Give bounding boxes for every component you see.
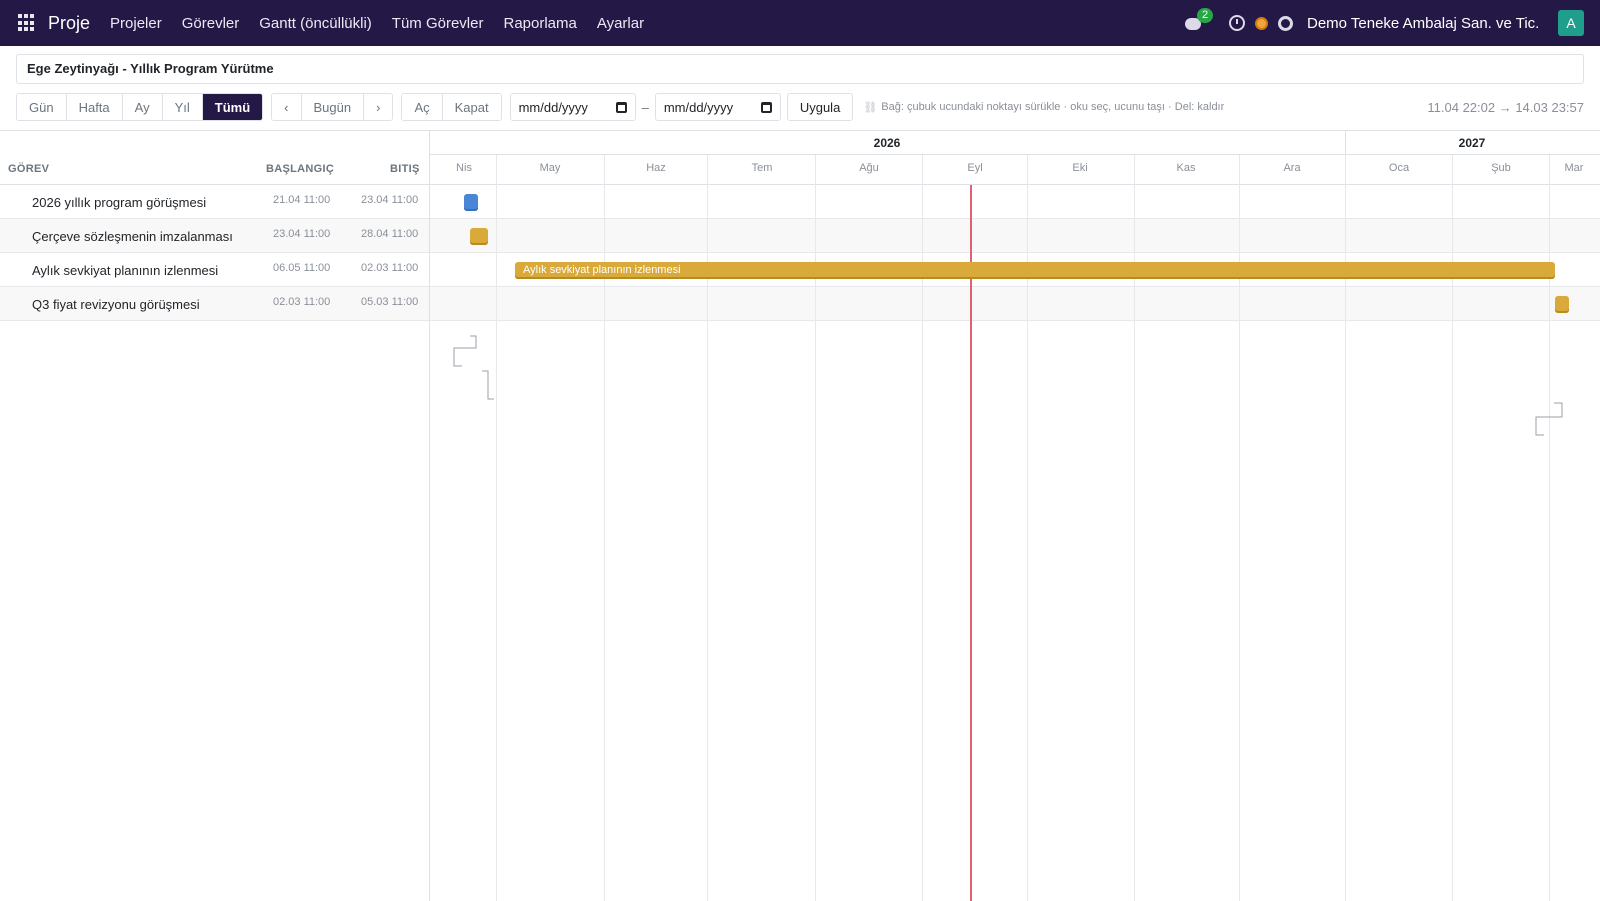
task-row[interactable]: Aylık sevkiyat planının izlenmesi 06.05 … (0, 253, 429, 287)
task-bar[interactable] (470, 228, 488, 245)
task-end: 28.04 11:00 (361, 228, 419, 240)
column-end: BITIŞ (390, 163, 420, 175)
menu-reporting[interactable]: Raporlama (503, 15, 576, 32)
task-start: 23.04 11:00 (273, 228, 331, 240)
main-menu: Projeler Görevler Gantt (öncüllükli) Tüm… (110, 15, 664, 32)
company-switcher[interactable]: Demo Teneke Ambalaj San. ve Tic. ... (1307, 15, 1540, 32)
menu-all-tasks[interactable]: Tüm Görevler (392, 15, 484, 32)
calendar-icon[interactable] (615, 101, 627, 113)
scale-week-button[interactable]: Hafta (66, 94, 123, 120)
collapse-button[interactable]: Kapat (442, 94, 501, 120)
date-to-text: mm/dd/yyyy (663, 99, 734, 115)
task-end: 05.03 11:00 (361, 296, 419, 308)
task-name: 2026 yıllık program görüşmesi (32, 195, 207, 210)
today-button[interactable]: Bugün (301, 94, 365, 120)
date-from-input[interactable]: mm/dd/yyyy (509, 93, 636, 121)
task-name: Aylık sevkiyat planının izlenmesi (32, 263, 219, 278)
apply-button[interactable]: Uygula (786, 93, 854, 121)
task-bar[interactable] (464, 194, 478, 211)
prev-button[interactable]: ‹ (272, 94, 302, 120)
calendar-icon[interactable] (760, 101, 772, 113)
link-hint-text: Bağ: çubuk ucundaki noktayı sürükle · ok… (881, 101, 1225, 113)
menu-projects[interactable]: Projeler (110, 15, 162, 32)
task-name: Çerçeve sözleşmenin imzalanması (32, 229, 233, 244)
app-brand[interactable]: Proje (48, 13, 90, 34)
systray: 2 Demo Teneke Ambalaj San. ve Tic. ... A (1185, 0, 1600, 46)
activity-icon[interactable] (1255, 16, 1268, 30)
task-start: 06.05 11:00 (273, 262, 331, 274)
top-navbar: Proje Projeler Görevler Gantt (öncüllükl… (0, 0, 1600, 46)
task-bar-label: Aylık sevkiyat planının izlenmesi (523, 264, 681, 276)
project-title: Ege Zeytinyağı - Yıllık Program Yürütme (16, 54, 1584, 84)
chat-icon[interactable]: 2 (1185, 8, 1214, 31)
date-to-input[interactable]: mm/dd/yyyy (654, 93, 781, 121)
scale-year-button[interactable]: Yıl (162, 94, 203, 120)
task-list-header: GÖREV BAŞLANGIÇ BITIŞ (0, 131, 429, 185)
column-task: GÖREV (8, 163, 50, 175)
task-list: GÖREV BAŞLANGIÇ BITIŞ 2026 yıllık progra… (0, 131, 430, 901)
task-row[interactable]: Çerçeve sözleşmenin imzalanması 23.04 11… (0, 219, 429, 253)
scale-day-button[interactable]: Gün (17, 94, 67, 120)
task-start: 02.03 11:00 (273, 296, 331, 308)
column-start: BAŞLANGIÇ (266, 163, 335, 175)
menu-settings[interactable]: Ayarlar (597, 15, 644, 32)
user-avatar[interactable]: A (1558, 10, 1584, 36)
task-bar[interactable] (1555, 296, 1569, 313)
support-icon[interactable] (1278, 15, 1293, 31)
gantt-chart: GÖREV BAŞLANGIÇ BITIŞ 2026 yıllık progra… (0, 130, 1600, 901)
scale-month-button[interactable]: Ay (122, 94, 163, 120)
task-bar[interactable]: Aylık sevkiyat planının izlenmesi (515, 262, 1555, 279)
link-icon: ⛓ (863, 101, 878, 114)
timeline: 2026 2027 Nis May Haz Tem Ağu Eyl Eki Ka… (430, 131, 1600, 901)
task-row[interactable]: Q3 fiyat revizyonu görüşmesi 02.03 11:00… (0, 287, 429, 321)
dependency-links (453, 335, 1563, 436)
task-end: 02.03 11:00 (361, 262, 419, 274)
scale-all-button[interactable]: Tümü (202, 94, 263, 120)
date-range-dash: – (641, 99, 649, 115)
task-start: 21.04 11:00 (273, 194, 331, 206)
gantt-toolbar: Gün Hafta Ay Yıl Tümü ‹ Bugün › Aç Kapat… (16, 93, 1584, 121)
visible-range: 11.04 22:02 → 14.03 23:57 (1427, 99, 1584, 115)
chat-count-badge: 2 (1197, 8, 1214, 23)
expand-button[interactable]: Aç (402, 94, 443, 120)
task-end: 23.04 11:00 (361, 194, 419, 206)
navigation-group: ‹ Bugün › (271, 93, 394, 121)
task-row[interactable]: 2026 yıllık program görüşmesi 21.04 11:0… (0, 185, 429, 219)
expand-collapse-group: Aç Kapat (401, 93, 502, 121)
date-from-text: mm/dd/yyyy (518, 99, 588, 115)
clock-icon[interactable] (1229, 15, 1245, 31)
next-button[interactable]: › (364, 94, 393, 120)
link-hint: ⛓ Bağ: çubuk ucundaki noktayı sürükle · … (863, 101, 1224, 114)
menu-tasks[interactable]: Görevler (182, 15, 240, 32)
task-name: Q3 fiyat revizyonu görüşmesi (32, 297, 200, 312)
menu-gantt[interactable]: Gantt (öncüllükli) (259, 15, 372, 32)
scale-group: Gün Hafta Ay Yıl Tümü (16, 93, 264, 121)
apps-icon[interactable] (18, 14, 36, 32)
